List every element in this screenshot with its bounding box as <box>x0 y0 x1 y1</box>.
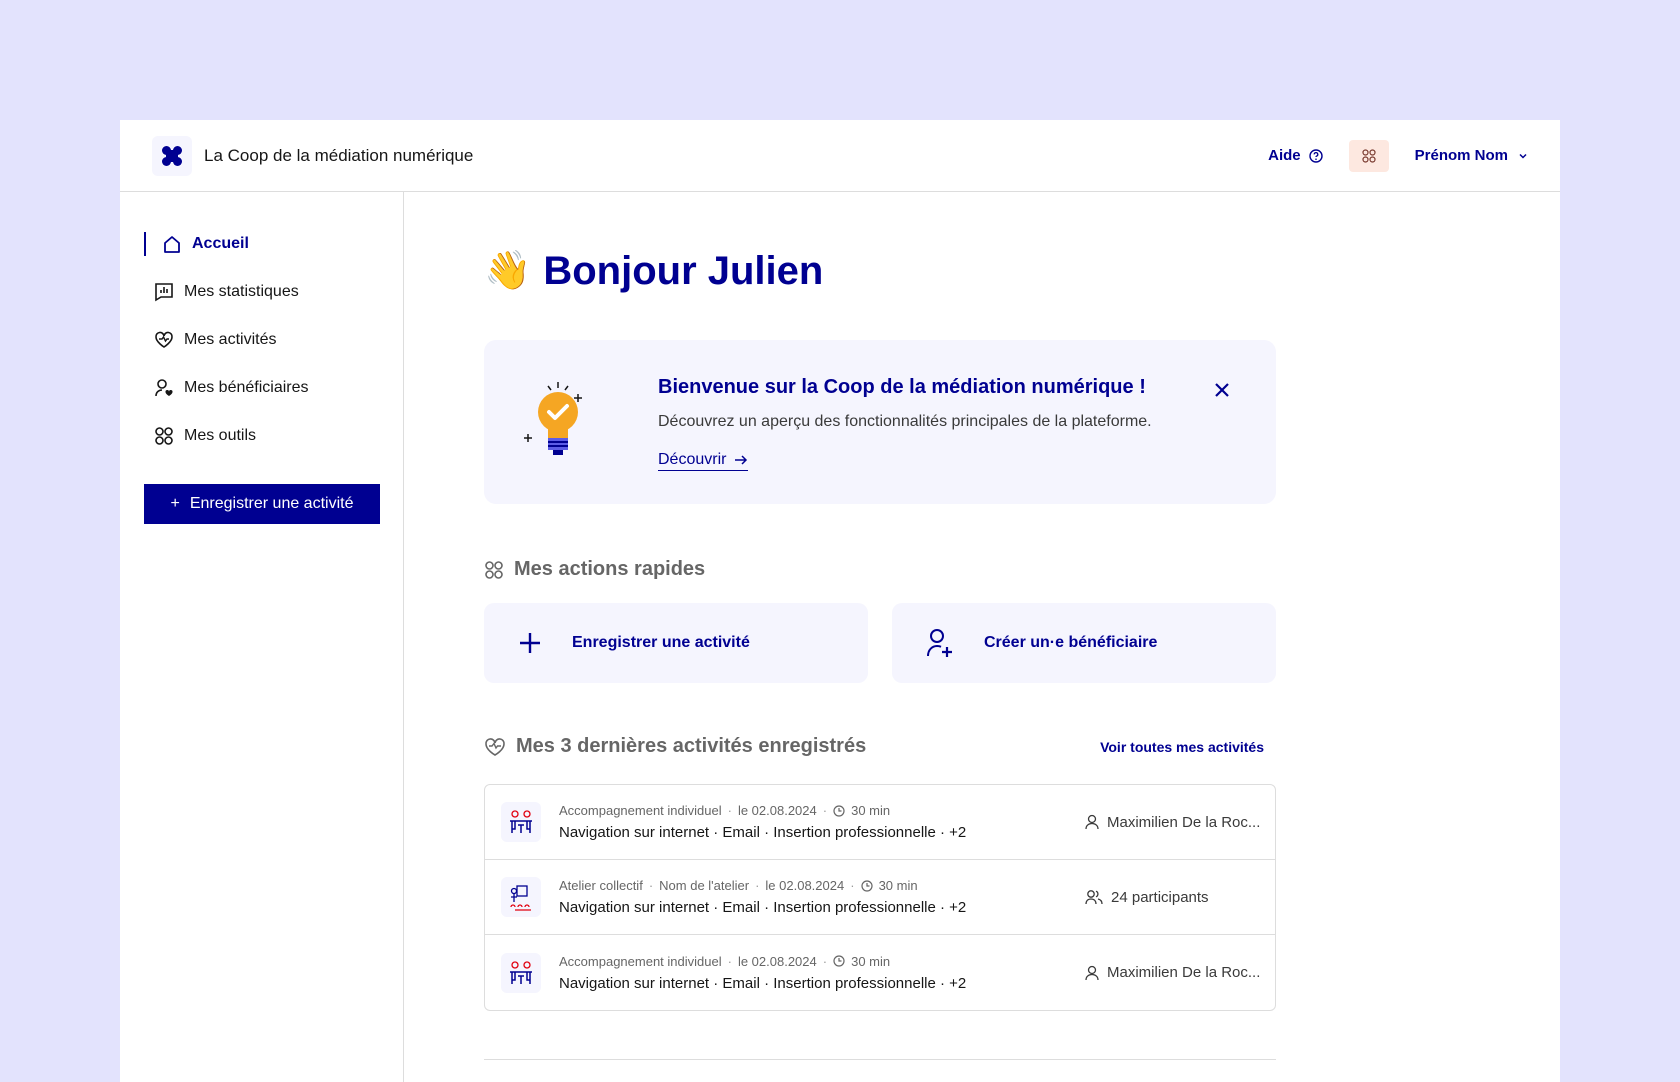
user-icon <box>1085 965 1099 980</box>
clock-icon <box>833 804 845 817</box>
activity-date: le 02.08.2024 <box>737 803 817 818</box>
sidebar-item-activites[interactable]: Mes activités <box>120 316 403 364</box>
individual-support-icon <box>501 802 541 842</box>
activity-row[interactable]: Accompagnement individuel · le 02.08.202… <box>485 785 1275 860</box>
sidebar-item-outils[interactable]: Mes outils <box>120 412 403 460</box>
activity-workshop-name: Nom de l'atelier <box>659 878 750 893</box>
home-icon <box>164 236 180 253</box>
quick-record-activity-card[interactable]: Enregistrer une activité <box>484 603 868 683</box>
chart-icon <box>155 283 173 302</box>
activity-duration: 30 min <box>851 953 891 969</box>
heart-pulse-icon <box>485 737 505 756</box>
see-all-activities-link[interactable]: Voir toutes mes activités <box>1100 739 1264 755</box>
clock-icon <box>833 955 845 967</box>
recent-activities-title: Mes 3 dernières activités enregistrés <box>516 735 867 757</box>
sidebar-item-label: Accueil <box>192 235 249 252</box>
top-header: La Coop de la médiation numérique Aide P… <box>120 120 1560 192</box>
chevron-down-icon <box>1519 153 1527 159</box>
sidebar: Accueil Mes statistiques Mes activités M… <box>120 192 404 1082</box>
activity-date: le 02.08.2024 <box>737 953 817 969</box>
sidebar-item-accueil[interactable]: Accueil <box>120 220 403 268</box>
sidebar-item-label: Mes activités <box>184 331 277 348</box>
greeting: 👋 Bonjour Julien <box>484 246 1276 296</box>
user-icon <box>1085 814 1099 830</box>
activity-tags: Navigation sur internet · Email · Insert… <box>559 899 967 916</box>
question-circle-icon <box>1308 148 1323 163</box>
activity-tags: Navigation sur internet · Email · Insert… <box>559 974 967 992</box>
main-content: 👋 Bonjour Julien Bienvenue sur la Coop d… <box>484 192 1276 1060</box>
grid-icon <box>485 560 503 579</box>
heart-pulse-icon <box>155 331 173 348</box>
quick-action-label: Enregistrer une activité <box>572 634 750 651</box>
waving-hand-icon: 👋 <box>484 250 532 292</box>
sidebar-item-label: Mes bénéficiaires <box>184 379 309 396</box>
activity-date: le 02.08.2024 <box>765 878 845 893</box>
recent-activities-header: Mes 3 dernières activités enregistrés Vo… <box>484 735 1276 758</box>
activity-tags: Navigation sur internet · Email · Insert… <box>559 824 967 841</box>
app-window: La Coop de la médiation numérique Aide P… <box>120 120 1560 1082</box>
sidebar-item-label: Mes outils <box>184 427 257 444</box>
user-heart-icon <box>155 379 173 397</box>
activity-type: Accompagnement individuel <box>559 803 722 818</box>
activity-duration: 30 min <box>878 878 918 893</box>
grid-icon <box>1362 148 1376 163</box>
clock-icon <box>860 879 873 892</box>
lightbulb-icon <box>524 382 582 455</box>
activity-duration: 30 min <box>851 803 891 818</box>
user-name: Prénom Nom <box>1414 147 1508 164</box>
help-link[interactable]: Aide <box>1268 147 1323 164</box>
activity-participants: 24 participants <box>1111 888 1209 906</box>
plus-icon: + <box>170 495 180 512</box>
help-label: Aide <box>1268 147 1301 164</box>
grid-icon <box>155 427 173 445</box>
section-divider <box>484 1059 1276 1060</box>
activity-row[interactable]: Atelier collectif · Nom de l'atelier · l… <box>485 860 1275 935</box>
brand[interactable]: La Coop de la médiation numérique <box>152 135 474 176</box>
welcome-text: Découvrez un aperçu des fonctionnalités … <box>658 413 1152 430</box>
activity-row[interactable]: Accompagnement individuel · le 02.08.202… <box>485 935 1275 1010</box>
quick-create-beneficiary-card[interactable]: Créer un·e bénéficiaire <box>892 603 1276 683</box>
activity-type: Atelier collectif <box>559 878 643 893</box>
activity-beneficiary: Maximilien De la Roc... <box>1107 964 1261 981</box>
sidebar-item-beneficiaires[interactable]: Mes bénéficiaires <box>120 364 403 412</box>
welcome-banner: Bienvenue sur la Coop de la médiation nu… <box>484 340 1276 504</box>
welcome-title: Bienvenue sur la Coop de la médiation nu… <box>658 376 1146 398</box>
brand-title: La Coop de la médiation numérique <box>204 145 474 165</box>
user-add-icon <box>927 629 952 657</box>
activity-beneficiary: Maximilien De la Roc... <box>1107 813 1261 831</box>
quick-action-label: Créer un·e bénéficiaire <box>984 634 1158 651</box>
quick-actions-heading: Mes actions rapides <box>484 558 1276 581</box>
individual-support-icon <box>501 952 541 993</box>
page-title: Bonjour Julien <box>543 248 824 293</box>
close-icon[interactable] <box>1212 380 1232 400</box>
recent-activities-list: Accompagnement individuel · le 02.08.202… <box>484 784 1276 1011</box>
plus-icon <box>520 633 540 653</box>
group-icon <box>1085 890 1103 905</box>
user-menu[interactable]: Prénom Nom <box>1415 147 1528 164</box>
coop-logo-icon <box>152 135 192 176</box>
arrow-right-icon <box>735 455 748 465</box>
recent-activities-heading: Mes 3 dernières activités enregistrés <box>484 735 866 758</box>
record-activity-label: Enregistrer une activité <box>189 495 354 512</box>
sidebar-item-label: Mes statistiques <box>184 283 299 300</box>
sidebar-item-statistiques[interactable]: Mes statistiques <box>120 268 403 316</box>
record-activity-button[interactable]: + Enregistrer une activité <box>144 484 380 524</box>
quick-actions-title: Mes actions rapides <box>514 558 706 580</box>
discover-label: Découvrir <box>658 451 727 468</box>
tools-menu-button[interactable] <box>1348 139 1389 172</box>
discover-link[interactable]: Découvrir <box>658 451 749 471</box>
activity-type: Accompagnement individuel <box>559 953 722 969</box>
group-workshop-icon <box>501 877 541 917</box>
